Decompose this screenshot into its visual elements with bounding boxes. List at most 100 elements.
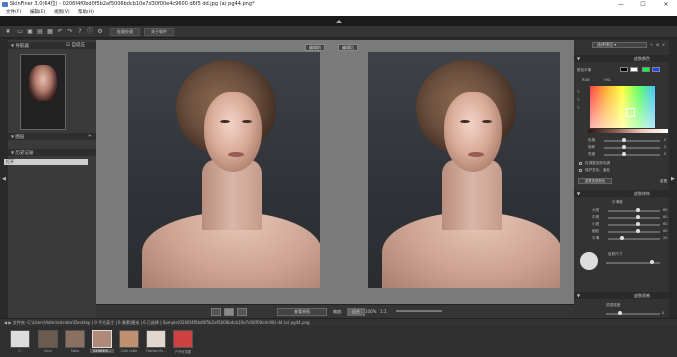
skin-retouch-header[interactable]: ▼ 皮肤修饰 — [574, 190, 669, 197]
medium-spot-slider[interactable] — [608, 217, 660, 219]
title-bar: SkinFiner 3.0(64位) - 0206f4f0bd0f5b2af50… — [0, 0, 677, 9]
navigator-thumbnail[interactable] — [20, 54, 66, 130]
close-button[interactable]: ✕ — [655, 0, 677, 9]
zoom-fit-button[interactable]: 适合 — [347, 308, 365, 316]
swatch-blue[interactable] — [652, 67, 660, 72]
hue-label: 色相 — [588, 138, 596, 142]
reset-skin-color-button[interactable]: 重置皮肤颜色 — [578, 178, 612, 184]
preset-label: 选择预设 — [597, 42, 613, 47]
history-title: 历史记录 — [15, 151, 34, 156]
film-item[interactable] — [173, 330, 193, 348]
open-folder-icon[interactable]: ▭ — [16, 28, 24, 36]
split-view-icon[interactable] — [224, 308, 234, 316]
auto-fit-toggle[interactable]: ☑ 自适应 — [66, 42, 85, 49]
brightness-slider[interactable] — [604, 154, 660, 156]
saturation-knob[interactable] — [622, 145, 626, 149]
navigator-header[interactable]: ▼ 导航器 ☑ 自适应 — [8, 42, 96, 49]
menu-edit[interactable]: 编辑(E) — [30, 9, 45, 16]
minimize-button[interactable]: — — [610, 0, 632, 9]
tab-hsl[interactable]: HSL — [604, 78, 611, 82]
small-spot-slider[interactable] — [608, 224, 660, 226]
large-spot-label: 大斑 — [592, 208, 600, 212]
hue-knob[interactable] — [622, 138, 626, 142]
large-spot-knob[interactable] — [636, 208, 640, 212]
add-layer-icon[interactable]: + — [88, 133, 92, 140]
side-view-icon[interactable] — [237, 308, 247, 316]
add-preset-icon[interactable]: + — [650, 43, 653, 47]
film-item-selected[interactable] — [92, 330, 112, 348]
close-preset-icon[interactable]: ✕ — [662, 43, 665, 47]
pen-icon[interactable]: ✎ — [577, 106, 580, 110]
preset-select[interactable]: 选择预设 ▾ — [592, 42, 647, 48]
settings-icon[interactable]: ⚙ — [656, 43, 659, 47]
skin-only-checkbox[interactable] — [579, 162, 582, 165]
collapse-icon: ▼ — [577, 293, 581, 298]
swatch-green[interactable] — [642, 67, 650, 72]
redo-icon[interactable]: ↷ — [66, 28, 74, 36]
menu-view[interactable]: 视图(V) — [54, 9, 70, 16]
film-item[interactable] — [38, 330, 58, 348]
help-icon[interactable]: ? — [76, 28, 84, 36]
info-icon[interactable]: ⓘ — [86, 28, 94, 36]
brush-size-knob[interactable] — [650, 260, 654, 264]
film-item[interactable] — [65, 330, 85, 348]
save-icon[interactable]: ▣ — [26, 28, 34, 36]
view-original-button[interactable]: 查看原图 — [277, 308, 327, 316]
large-spot-value: 60 — [663, 208, 668, 212]
drive-icon[interactable] — [10, 330, 30, 348]
app-icon — [2, 2, 8, 7]
smooth-label: 平滑 — [592, 236, 600, 240]
swatch-white[interactable] — [630, 67, 638, 72]
history-item[interactable]: 打开 — [4, 159, 88, 165]
texture-slider[interactable] — [606, 313, 660, 315]
fine-line-knob[interactable] — [636, 229, 640, 233]
zoom-100-option[interactable]: 100% — [365, 308, 376, 316]
zoom-slider[interactable] — [396, 310, 442, 312]
before-image[interactable] — [128, 52, 320, 288]
batch-button[interactable]: 批量处理 — [110, 28, 140, 36]
medium-spot-knob[interactable] — [636, 215, 640, 219]
brush-preview — [580, 252, 598, 270]
export-icon[interactable]: ▦ — [46, 28, 54, 36]
collapse-toolbar-icon[interactable] — [336, 20, 342, 23]
texture-knob[interactable] — [618, 311, 622, 315]
skin-texture-header[interactable]: ▼ 皮肤质感 — [574, 292, 669, 299]
settings-icon[interactable]: ⚙ — [96, 28, 104, 36]
brightness-knob[interactable] — [622, 152, 626, 156]
about-button[interactable]: 关于软件 — [144, 28, 174, 36]
brush-icon[interactable]: ✎ — [577, 98, 580, 102]
after-image[interactable] — [368, 52, 560, 288]
menu-help[interactable]: 帮助(H) — [78, 9, 94, 16]
maximize-button[interactable]: ☐ — [632, 0, 654, 9]
save-as-icon[interactable]: ▤ — [36, 28, 44, 36]
hue-bar[interactable] — [588, 129, 668, 133]
film-item[interactable] — [119, 330, 139, 348]
small-spot-knob[interactable] — [636, 222, 640, 226]
large-spot-slider[interactable] — [608, 210, 660, 212]
menu-file[interactable]: 文件(F) — [6, 9, 21, 16]
hue-slider[interactable] — [604, 140, 660, 142]
smooth-knob[interactable] — [620, 236, 624, 240]
fine-line-slider[interactable] — [608, 231, 660, 233]
skin-color-header[interactable]: ▼ 皮肤颜色 — [574, 55, 669, 62]
small-spot-label: 小斑 — [592, 222, 600, 226]
swatch-black[interactable] — [620, 67, 628, 72]
undo-icon[interactable]: ↶ — [56, 28, 64, 36]
color-picker[interactable] — [590, 86, 655, 128]
history-header[interactable]: ▼ 历史记录 — [8, 149, 96, 156]
medium-spot-label: 中斑 — [592, 215, 600, 219]
layers-header[interactable]: ▼ 图层 + — [8, 133, 96, 140]
saturation-slider[interactable] — [604, 147, 660, 149]
film-item[interactable] — [146, 330, 166, 348]
zoom-ratio[interactable]: 1:1 — [380, 308, 386, 316]
color-marker[interactable] — [626, 108, 635, 117]
eyedropper-icon[interactable]: ✎ — [577, 90, 580, 94]
single-view-icon[interactable] — [211, 308, 221, 316]
collapse-right-icon[interactable]: ▶ — [671, 176, 675, 182]
collapse-left-icon[interactable]: ◀ — [2, 176, 6, 182]
smooth-slider[interactable] — [608, 238, 660, 240]
tone-label: 肤色平衡 — [577, 68, 592, 72]
reset-button[interactable]: 重置 — [660, 179, 667, 184]
tab-rgb[interactable]: RGB — [582, 78, 590, 82]
protect-hair-checkbox[interactable] — [579, 169, 582, 172]
